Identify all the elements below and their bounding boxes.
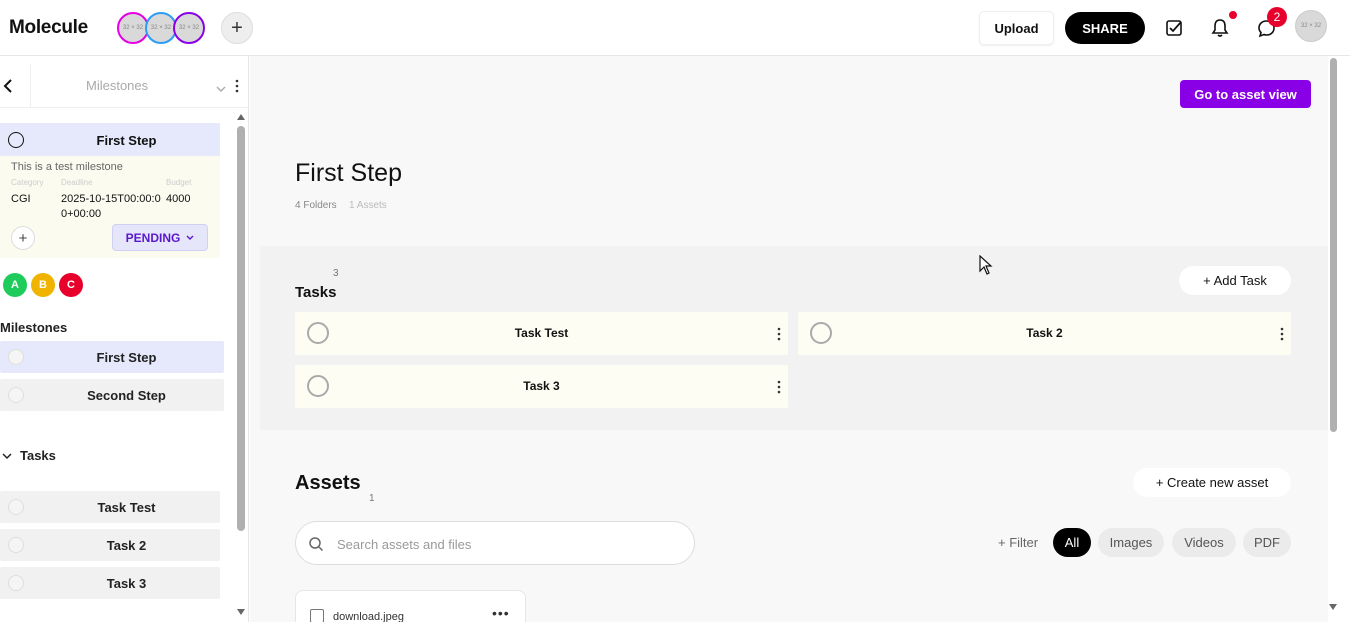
- tasks-heading: Tasks: [20, 448, 56, 463]
- task-name: Task Test: [514, 326, 569, 340]
- filter-chip-videos[interactable]: Videos: [1172, 528, 1236, 557]
- assignee-avatar[interactable]: B: [31, 273, 55, 297]
- assets-meta-count: 1 Assets: [349, 200, 387, 211]
- task-radio[interactable]: [8, 499, 24, 515]
- task-name: Task 2: [1026, 326, 1063, 340]
- search-placeholder: Search assets and files: [337, 537, 472, 552]
- sidebar: Milestones First Step This is a test mil…: [0, 56, 249, 622]
- category-value: CGI: [11, 193, 31, 205]
- plus-icon: +: [18, 229, 28, 247]
- go-to-asset-view-button[interactable]: Go to asset view: [1180, 80, 1311, 108]
- tasks-section-toggle[interactable]: Tasks: [0, 448, 56, 463]
- task-radio[interactable]: [8, 575, 24, 591]
- budget-label: Budget: [166, 178, 192, 187]
- app-logo[interactable]: Molecule: [9, 17, 88, 39]
- deadline-label: Deadline: [61, 178, 93, 187]
- sidebar-header: Milestones: [0, 64, 248, 108]
- main-content: Go to asset view First Step 4 Folders 1 …: [250, 56, 1328, 622]
- sidebar-scrollbar-thumb[interactable]: [237, 126, 245, 531]
- add-milestone-field-button[interactable]: +: [11, 226, 35, 250]
- milestone-radio[interactable]: [8, 349, 24, 365]
- milestone-title: First Step: [96, 133, 157, 148]
- status-dropdown[interactable]: PENDING: [112, 224, 208, 251]
- kebab-menu-icon[interactable]: [776, 379, 782, 395]
- scroll-down-arrow-icon[interactable]: [1329, 604, 1337, 610]
- filter-chip-images[interactable]: Images: [1098, 528, 1164, 557]
- milestones-heading: Milestones: [0, 320, 68, 335]
- category-label: Category: [11, 178, 44, 187]
- asset-select-checkbox[interactable]: [310, 609, 324, 622]
- scroll-up-arrow-icon[interactable]: [237, 114, 245, 120]
- asset-search-input[interactable]: Search assets and files: [295, 521, 695, 565]
- collaborator-avatars[interactable]: 32 × 32 32 × 32 32 × 32: [117, 12, 217, 44]
- page-title: First Step: [295, 159, 402, 187]
- more-options-icon[interactable]: •••: [492, 605, 510, 621]
- tasks-check-icon[interactable]: [1163, 17, 1185, 39]
- task-label: Task 2: [106, 538, 147, 553]
- assets-count: 1: [369, 493, 375, 504]
- bell-icon[interactable]: [1209, 17, 1231, 39]
- tasks-count: 3: [333, 268, 339, 279]
- milestone-label: Second Step: [87, 388, 166, 403]
- milestone-card-header[interactable]: First Step: [0, 123, 220, 156]
- sidebar-task-item[interactable]: Task 2: [0, 529, 220, 561]
- chevron-down-icon: [2, 453, 12, 460]
- main-scrollbar-thumb[interactable]: [1330, 58, 1337, 432]
- tasks-heading: Tasks: [295, 284, 337, 301]
- milestone-label: First Step: [96, 350, 157, 365]
- budget-value: 4000: [166, 193, 191, 205]
- chevron-down-icon[interactable]: [216, 80, 226, 98]
- assets-heading: Assets: [295, 472, 361, 494]
- top-bar: Molecule 32 × 32 32 × 32 32 × 32 + Uploa…: [0, 0, 1350, 56]
- milestones-selector[interactable]: Milestones: [86, 78, 148, 93]
- assignee-avatar[interactable]: C: [59, 273, 83, 297]
- kebab-menu-icon[interactable]: [234, 78, 240, 94]
- notification-dot: [1229, 11, 1237, 19]
- filter-button[interactable]: + Filter: [998, 535, 1038, 550]
- messages-count-badge: 2: [1267, 7, 1287, 27]
- milestone-complete-radio[interactable]: [8, 132, 24, 148]
- milestone-description: This is a test milestone: [11, 161, 123, 173]
- sidebar-milestone-item[interactable]: First Step: [0, 341, 224, 373]
- task-label: Task Test: [97, 500, 156, 515]
- share-button[interactable]: SHARE: [1065, 12, 1145, 44]
- collaborator-avatar[interactable]: 32 × 32: [173, 12, 205, 44]
- milestone-radio[interactable]: [8, 387, 24, 403]
- scroll-down-arrow-icon[interactable]: [237, 609, 245, 615]
- asset-card[interactable]: download.jpeg •••: [295, 590, 526, 622]
- plus-icon: +: [231, 16, 243, 39]
- mouse-cursor-icon: [979, 255, 993, 275]
- task-radio[interactable]: [8, 537, 24, 553]
- back-arrow-icon[interactable]: [0, 76, 16, 96]
- user-avatar[interactable]: 32 × 32: [1295, 10, 1327, 42]
- task-label: Task 3: [106, 576, 147, 591]
- sidebar-task-item[interactable]: Task Test: [0, 491, 220, 523]
- task-card[interactable]: Task 3: [295, 365, 788, 408]
- sidebar-milestone-item[interactable]: Second Step: [0, 379, 224, 411]
- task-card[interactable]: Task Test: [295, 312, 788, 355]
- kebab-menu-icon[interactable]: [1279, 326, 1285, 342]
- sidebar-task-item[interactable]: Task 3: [0, 567, 220, 599]
- task-name: Task 3: [523, 379, 560, 393]
- divider: [30, 64, 31, 108]
- task-card[interactable]: Task 2: [798, 312, 1291, 355]
- create-asset-button[interactable]: + Create new asset: [1133, 468, 1291, 497]
- chevron-down-icon: [186, 235, 194, 240]
- kebab-menu-icon[interactable]: [776, 326, 782, 342]
- deadline-value: 2025-10-15T00:00:00+00:00: [61, 193, 161, 220]
- add-task-button[interactable]: + Add Task: [1179, 266, 1291, 295]
- folders-count: 4 Folders: [295, 200, 337, 211]
- search-icon: [309, 537, 324, 552]
- asset-file-name: download.jpeg: [333, 611, 404, 622]
- status-label: PENDING: [125, 230, 181, 245]
- filter-chip-pdf[interactable]: PDF: [1243, 528, 1291, 557]
- assignee-avatar[interactable]: A: [3, 273, 27, 297]
- add-collaborator-button[interactable]: +: [221, 12, 253, 44]
- filter-chip-all[interactable]: All: [1053, 528, 1091, 557]
- upload-button[interactable]: Upload: [980, 12, 1053, 44]
